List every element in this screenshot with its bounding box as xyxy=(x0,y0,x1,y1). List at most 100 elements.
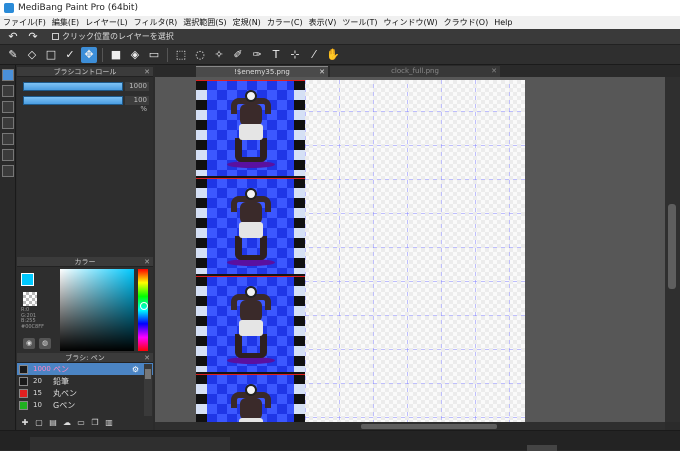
title-bar: MediBang Paint Pro (64bit) xyxy=(0,0,680,16)
select-layer-checkbox[interactable] xyxy=(52,33,59,40)
rectangle-outline-icon[interactable]: □ xyxy=(43,47,59,63)
brush-panel-icon[interactable] xyxy=(2,69,14,81)
filled-rect-icon[interactable]: ■ xyxy=(108,47,124,63)
panel-title: ブラシ: ペン ✕ xyxy=(17,353,153,363)
brush-color-swatch xyxy=(19,388,28,398)
brush-size-slider[interactable]: 1000 xyxy=(23,81,149,91)
brush-item-size: 15 xyxy=(33,389,42,397)
brush-item[interactable]: 15 丸ペン xyxy=(17,387,153,399)
magic-wand-icon[interactable]: ✧ xyxy=(211,47,227,63)
transparent-canvas-grid[interactable] xyxy=(305,80,525,422)
muscle-character-sprite xyxy=(227,286,275,364)
brush-panel: ブラシ: ペン ✕ 1000 ペン ⚙ 20 鉛筆 15 丸ペン 10 Gペン ✚… xyxy=(17,353,153,430)
menu-file[interactable]: ファイル(F) xyxy=(3,17,46,28)
brush-item[interactable]: 20 鉛筆 xyxy=(17,375,153,387)
size-bar[interactable] xyxy=(23,81,123,91)
bucket-fill-icon[interactable]: ◈ xyxy=(127,47,143,63)
menu-help[interactable]: Help xyxy=(494,18,512,27)
menu-color[interactable]: カラー(C) xyxy=(267,17,303,28)
horizontal-scrollbar[interactable] xyxy=(155,422,665,430)
status-bar xyxy=(0,430,680,451)
panel-close-icon[interactable]: ✕ xyxy=(144,353,150,363)
color-hex: #00C8FF xyxy=(21,323,44,330)
menu-cloud[interactable]: クラウド(O) xyxy=(444,17,489,28)
navigator-icon[interactable] xyxy=(2,149,14,161)
layer-panel-icon[interactable] xyxy=(2,117,14,129)
brush-size-value[interactable]: 1000 xyxy=(125,81,149,91)
gradient-icon[interactable]: ▭ xyxy=(146,47,162,63)
duplicate-icon[interactable]: ❐ xyxy=(89,417,101,428)
close-icon[interactable]: ✕ xyxy=(491,66,497,77)
brush-list-scrollbar[interactable] xyxy=(144,364,152,416)
toolbar-separator xyxy=(102,47,103,62)
opacity-bar[interactable] xyxy=(23,95,123,105)
canvas-area[interactable] xyxy=(155,77,665,422)
sprite-frame xyxy=(196,178,305,274)
menu-layer[interactable]: レイヤー(L) xyxy=(85,17,127,28)
panel-close-icon[interactable]: ✕ xyxy=(144,257,150,267)
menu-tool[interactable]: ツール(T) xyxy=(342,17,377,28)
checkmark-icon[interactable]: ✓ xyxy=(62,47,78,63)
sprite-sheet[interactable] xyxy=(196,80,305,422)
brush-item-name: 鉛筆 xyxy=(53,376,69,386)
brush-color-swatch xyxy=(19,400,28,410)
color-panel-icon[interactable] xyxy=(2,85,14,97)
select-pen-icon[interactable]: ✐ xyxy=(230,47,246,63)
brush-item[interactable]: 10 Gペン xyxy=(17,399,153,411)
menu-ruler[interactable]: 定規(N) xyxy=(233,17,261,28)
menu-window[interactable]: ウィンドウ(W) xyxy=(384,17,438,28)
eraser-icon[interactable]: ◇ xyxy=(24,47,40,63)
text-icon[interactable]: T xyxy=(268,47,284,63)
tab-clock-full[interactable]: clock_full.png ✕ xyxy=(330,66,500,77)
tab-enemy35[interactable]: !$enemy35.png ✕ xyxy=(196,66,328,77)
window-title: MediBang Paint Pro (64bit) xyxy=(18,3,138,13)
comment-icon[interactable] xyxy=(2,101,14,113)
color-settings-icon[interactable]: ◍ xyxy=(39,338,51,349)
hue-slider[interactable] xyxy=(138,269,148,351)
menu-filter[interactable]: フィルタ(R) xyxy=(134,17,178,28)
hue-cursor[interactable] xyxy=(140,302,148,310)
undo-icon[interactable]: ↶ xyxy=(6,30,20,43)
menu-bar: ファイル(F) 編集(E) レイヤー(L) フィルタ(R) 選択範囲(S) 定規… xyxy=(0,16,680,29)
material-panel-icon[interactable] xyxy=(2,165,14,177)
divide-panel-icon[interactable]: ⊹ xyxy=(287,47,303,63)
document-tabs: !$enemy35.png ✕ clock_full.png ✕ xyxy=(155,65,680,77)
brush-item-name: Gペン xyxy=(53,400,76,410)
add-brush-icon[interactable]: ✚ xyxy=(19,417,31,428)
brush-menu-icon[interactable]: ▤ xyxy=(47,417,59,428)
sprite-frame xyxy=(196,80,305,176)
brush-opacity-value[interactable]: 100 % xyxy=(125,95,149,113)
vertical-scrollbar[interactable] xyxy=(665,77,680,422)
scrollbar-thumb[interactable] xyxy=(361,424,497,429)
cloud-brush-icon[interactable]: ☁ xyxy=(61,417,73,428)
tab-label: clock_full.png xyxy=(391,67,439,75)
brush-opacity-slider[interactable]: 100 % xyxy=(23,95,149,113)
select-eraser-icon[interactable]: ✑ xyxy=(249,47,265,63)
delete-icon[interactable]: ▥ xyxy=(103,417,115,428)
scrollbar-thumb[interactable] xyxy=(145,369,151,379)
lasso-select-icon[interactable]: ◌ xyxy=(192,47,208,63)
palette-icon[interactable]: ◉ xyxy=(23,338,35,349)
foreground-color-swatch[interactable] xyxy=(21,273,34,286)
menu-view[interactable]: 表示(V) xyxy=(309,17,337,28)
scrollbar-thumb[interactable] xyxy=(668,204,676,289)
status-area xyxy=(30,437,230,451)
move-icon[interactable]: ✥ xyxy=(81,46,97,63)
brush-icon[interactable]: ✎ xyxy=(5,47,21,63)
brush-item-name: ペン xyxy=(53,364,69,374)
muscle-character-sprite xyxy=(227,90,275,168)
page-panel-icon[interactable] xyxy=(2,133,14,145)
transparent-color-swatch[interactable] xyxy=(23,292,37,306)
brush-item[interactable]: 1000 ペン ⚙ xyxy=(17,363,153,375)
menu-edit[interactable]: 編集(E) xyxy=(52,17,79,28)
redo-icon[interactable]: ↷ xyxy=(26,30,40,43)
menu-selection[interactable]: 選択範囲(S) xyxy=(183,17,226,28)
new-brush-icon[interactable]: ▢ xyxy=(33,417,45,428)
gear-icon[interactable]: ⚙ xyxy=(132,365,139,374)
rect-select-icon[interactable]: ⬚ xyxy=(173,47,189,63)
saturation-value-picker[interactable] xyxy=(60,269,134,351)
hand-icon[interactable]: ✋ xyxy=(325,47,341,63)
panel-close-icon[interactable]: ✕ xyxy=(144,67,150,77)
eyedropper-icon[interactable]: ⁄ xyxy=(306,47,322,63)
folder-icon[interactable]: ▭ xyxy=(75,417,87,428)
